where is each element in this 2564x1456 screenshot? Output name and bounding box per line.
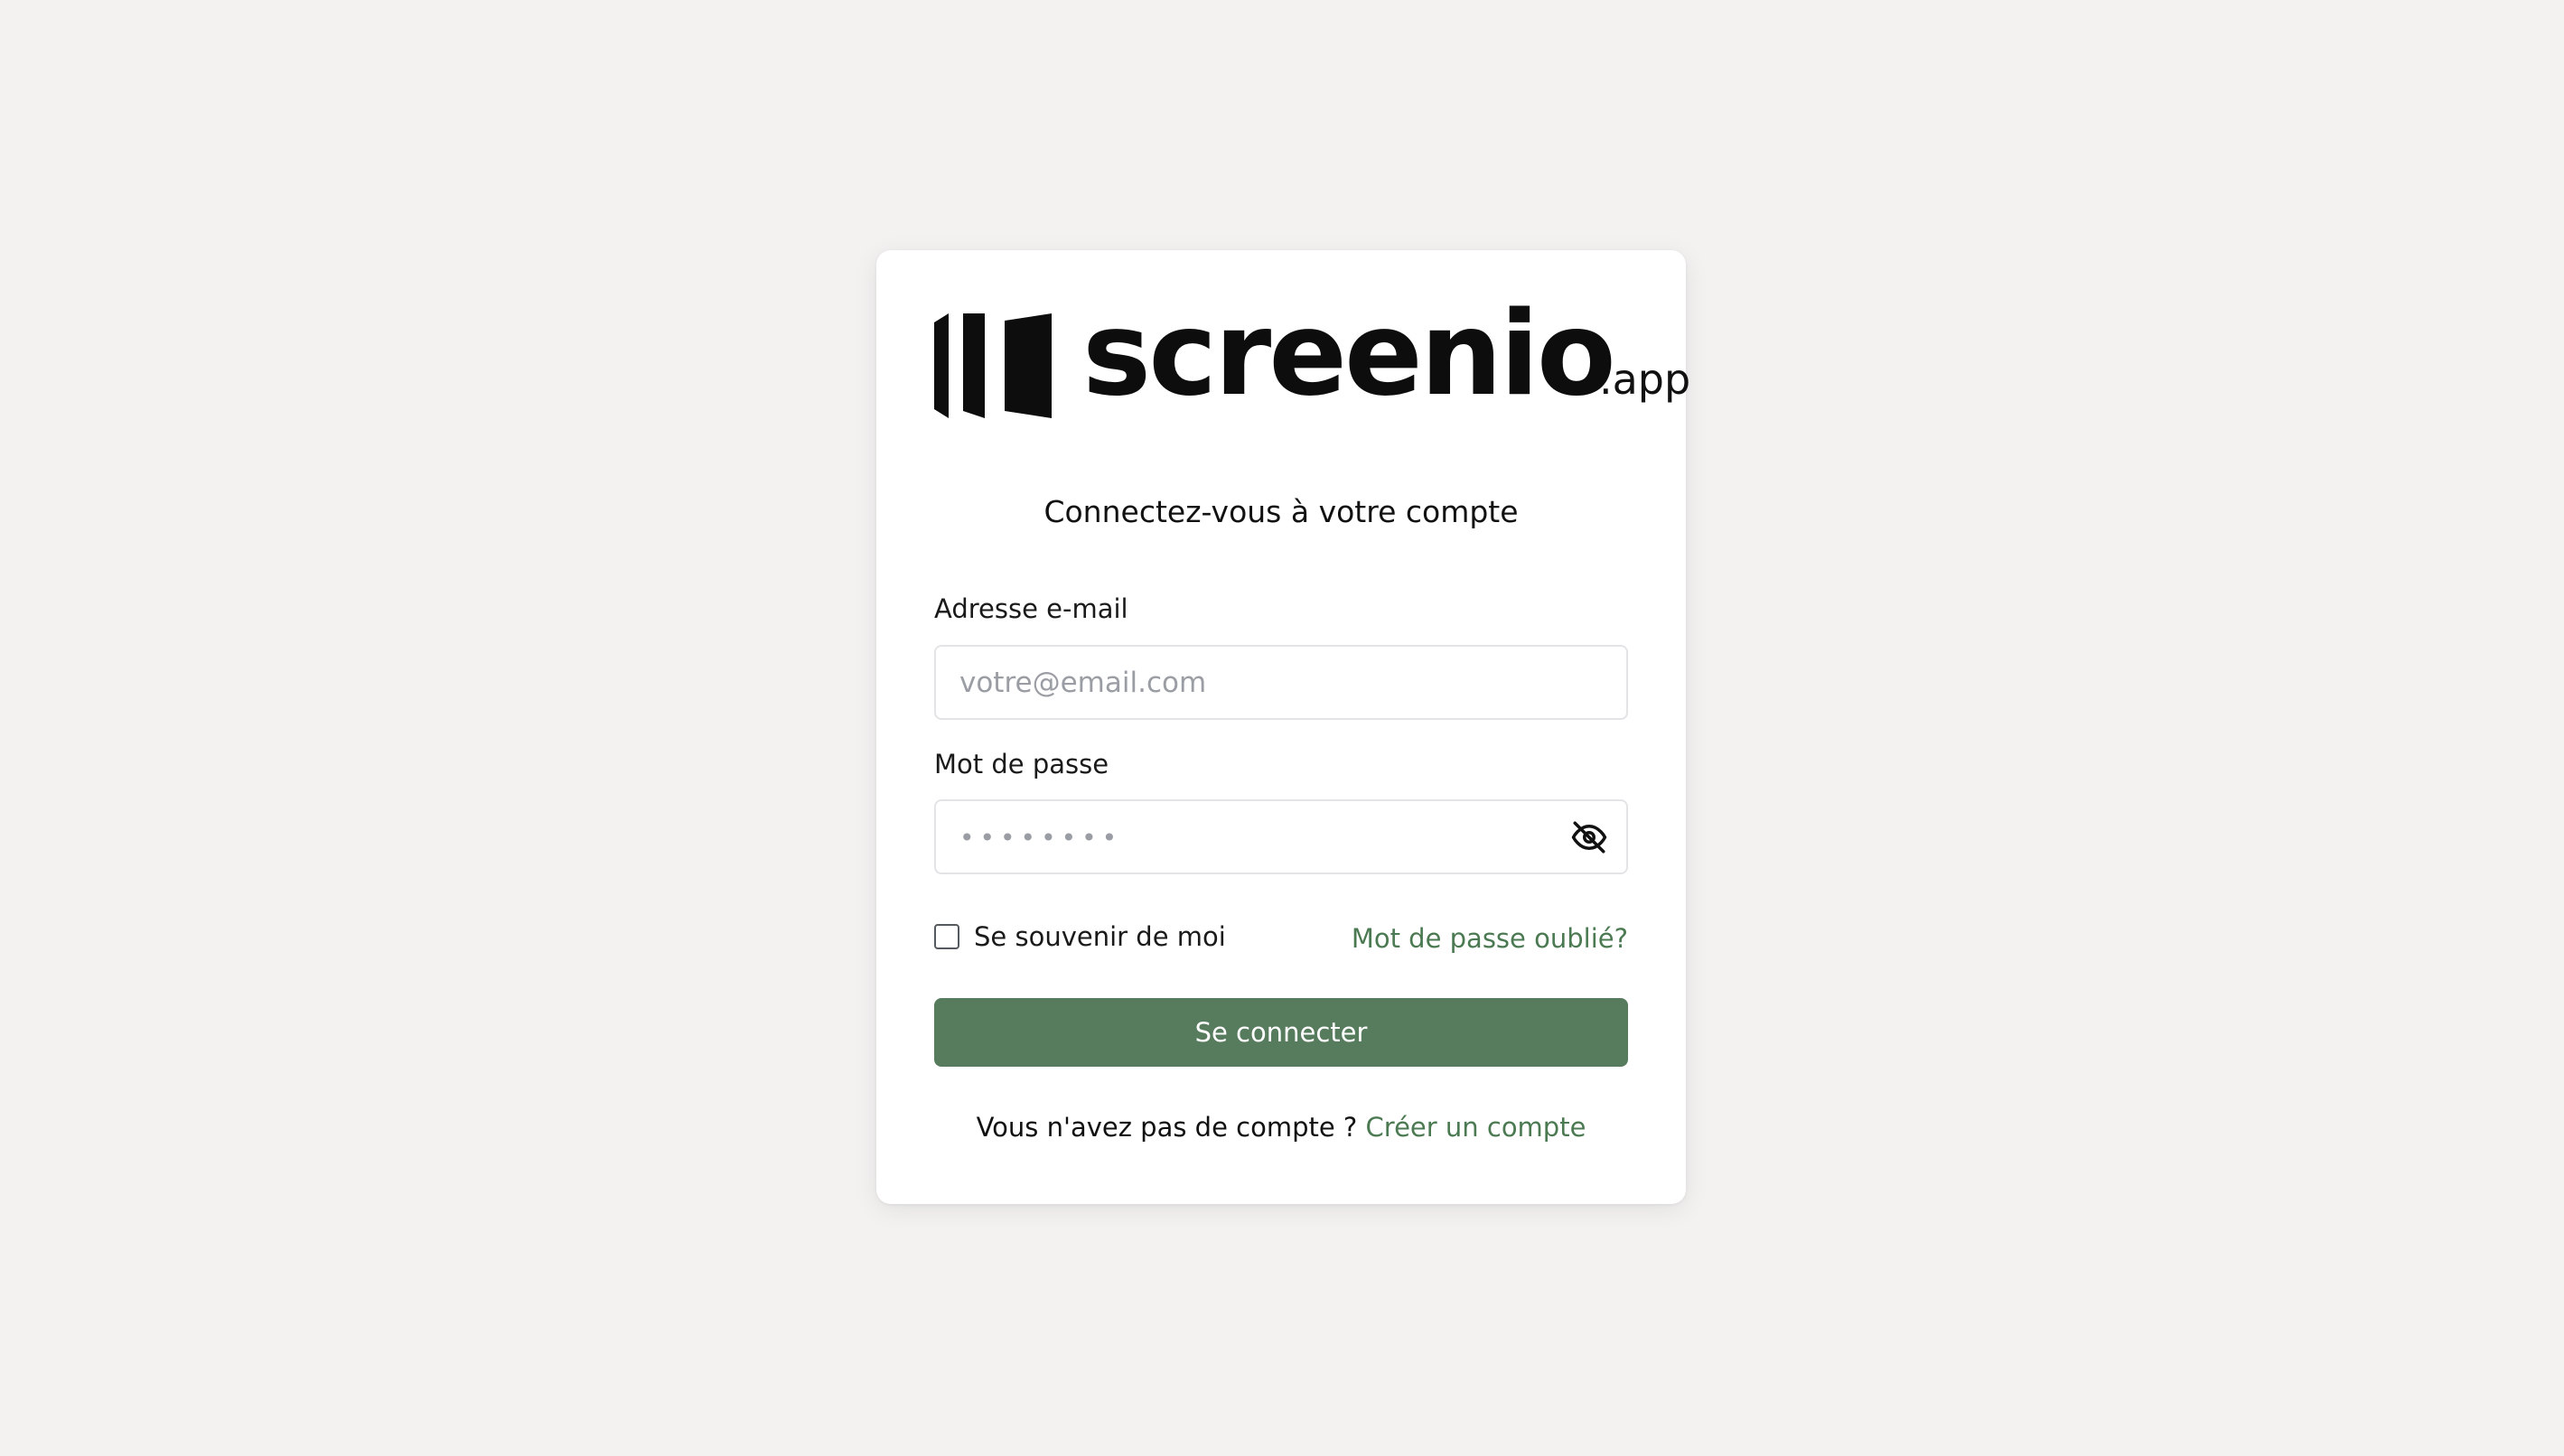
remember-me-checkbox[interactable] — [934, 924, 959, 949]
password-field-wrapper — [934, 799, 1628, 874]
email-label: Adresse e-mail — [934, 593, 1128, 624]
page-title: Connectez-vous à votre compte — [1043, 494, 1519, 529]
signup-row: Vous n'avez pas de compte ? Créer un com… — [876, 1112, 1686, 1143]
brand-logo: screenio .app — [934, 297, 1690, 418]
login-button[interactable]: Se connecter — [934, 998, 1628, 1067]
login-card: screenio .app Connectez-vous à votre com… — [876, 250, 1690, 1204]
eye-off-icon[interactable] — [1570, 818, 1608, 856]
password-label: Mot de passe — [934, 749, 1109, 779]
remember-me[interactable]: Se souvenir de moi — [934, 921, 1226, 952]
forgot-password-link[interactable]: Mot de passe oublié? — [1352, 923, 1628, 954]
logo-mark-icon — [934, 313, 1052, 418]
brand-tld: .app — [1599, 355, 1691, 404]
signup-prompt: Vous n'avez pas de compte ? — [976, 1112, 1366, 1143]
password-field[interactable] — [934, 799, 1628, 874]
remember-me-label: Se souvenir de moi — [974, 921, 1226, 952]
signup-link[interactable]: Créer un compte — [1366, 1112, 1586, 1143]
brand-name: screenio — [1082, 287, 1616, 422]
email-field[interactable] — [934, 645, 1628, 720]
